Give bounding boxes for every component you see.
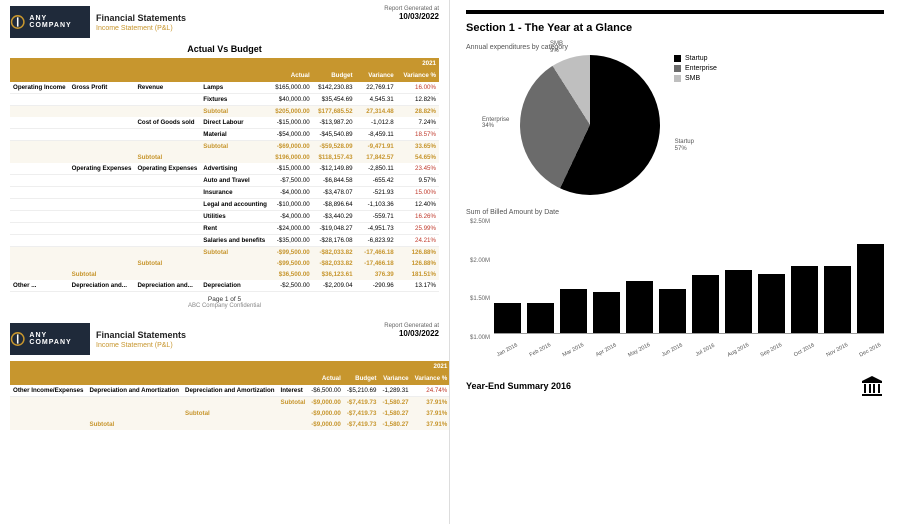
table-row: Rent-$24,000.00-$19,048.27-4,951.7325.99… <box>10 223 439 235</box>
bar <box>791 266 818 333</box>
pie-legend: StartupEnterpriseSMB <box>674 55 717 85</box>
bar <box>527 303 554 333</box>
table-row: Subtotal$36,500.00$36,123.61376.39181.51… <box>10 269 439 280</box>
section-divider <box>466 10 884 14</box>
table-row: Subtotal$196,000.00$118,157.4317,842.575… <box>10 152 439 163</box>
bar <box>659 289 686 333</box>
pie-chart: Startup57%Enterprise34%SMB9% <box>520 55 660 195</box>
section-title: Section 1 - The Year at a Glance <box>466 22 884 34</box>
table-row: Cost of Goods soldDirect Labour-$15,000.… <box>10 117 439 129</box>
report-page-2: ANY COMPANY Financial Statements Income … <box>10 323 439 430</box>
table-row: Subtotal-$9,000.00-$7,419.73-1,580.2737.… <box>10 408 450 419</box>
table-row: Legal and accounting-$10,000.00-$8,896.6… <box>10 199 439 211</box>
pie-chart-label: Annual expenditures by category <box>466 44 884 51</box>
table-row: Fixtures$40,000.00$35,454.694,545.3112.8… <box>10 94 439 106</box>
bar <box>560 289 587 333</box>
company-logo: ANY COMPANY <box>10 323 90 355</box>
table-row: Other ...Depreciation and...Depreciation… <box>10 280 439 292</box>
generated-at: Report Generated at 10/03/2022 <box>384 6 439 21</box>
table-row: Utilities-$4,000.00-$3,440.29-559.7116.2… <box>10 211 439 223</box>
table-row: Insurance-$4,000.00-$3,478.07-521.9315.0… <box>10 187 439 199</box>
bar <box>725 270 752 333</box>
page-number: Page 1 of 5 <box>10 296 439 303</box>
table-row: Subtotal-$99,500.00-$82,033.82-17,466.18… <box>10 247 439 259</box>
doc-title: Financial Statements <box>96 13 186 23</box>
bank-icon <box>860 374 884 398</box>
table-row: Operating ExpensesOperating ExpensesAdve… <box>10 163 439 175</box>
table-row: Auto and Travel-$7,500.00-$6,844.58-655.… <box>10 175 439 187</box>
confidential: ABC Company Confidential <box>10 303 439 309</box>
bar <box>494 303 521 333</box>
table-row: Subtotal$205,000.00$177,685.5227,314.482… <box>10 106 439 118</box>
bar <box>593 292 620 333</box>
company-logo: ANY COMPANY <box>10 6 90 38</box>
pnl-table-2: 2021 ActualBudgetVarianceVariance % Othe… <box>10 361 450 430</box>
bar <box>824 266 851 333</box>
bar-chart-label: Sum of Billed Amount by Date <box>466 209 884 216</box>
table-row: Material-$54,000.00-$45,540.89-8,459.111… <box>10 129 439 141</box>
year-end-summary-title: Year-End Summary 2016 <box>466 381 571 391</box>
table-row: Subtotal-$9,000.00-$7,419.73-1,580.2737.… <box>10 397 450 409</box>
bar <box>626 281 653 333</box>
table-row: Operating IncomeGross ProfitRevenueLamps… <box>10 82 439 94</box>
doc-subtitle: Income Statement (P&L) <box>96 25 186 32</box>
table-title: Actual Vs Budget <box>10 44 439 54</box>
table-row: Other Income/ExpensesDepreciation and Am… <box>10 385 450 397</box>
table-row: Salaries and benefits-$35,000.00-$28,176… <box>10 235 439 247</box>
bar <box>857 244 884 333</box>
table-row: Subtotal-$69,000.00-$59,528.09-9,471.913… <box>10 141 439 153</box>
bar <box>758 274 785 333</box>
table-row: Subtotal-$99,500.00-$82,033.82-17,466.18… <box>10 258 439 269</box>
report-page-1: ANY COMPANY Financial Statements Income … <box>10 6 439 309</box>
table-row: Subtotal-$9,000.00-$7,419.73-1,580.2737.… <box>10 419 450 430</box>
bar-chart: $2.50M$2.00M$1.50M$1.00M <box>466 222 884 352</box>
pnl-table: 2021 ActualBudgetVarianceVariance % Oper… <box>10 58 439 292</box>
bar <box>692 275 719 333</box>
